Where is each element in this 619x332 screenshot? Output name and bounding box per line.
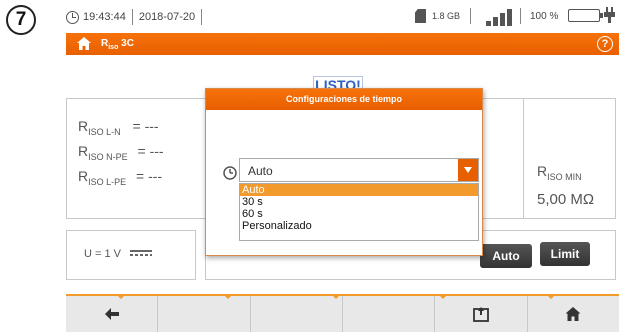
back-button[interactable] — [66, 296, 159, 332]
title-bar: Riso 3C ? — [66, 33, 619, 55]
time-select[interactable]: Auto — [239, 158, 479, 182]
sd-card-icon — [415, 9, 426, 23]
status-divider — [131, 9, 133, 25]
option-30s[interactable]: 30 s — [240, 196, 478, 208]
result-row-l-pe: RISO L-PE = --- — [78, 168, 163, 187]
auto-button[interactable]: Auto — [480, 244, 532, 268]
help-icon[interactable]: ? — [597, 36, 613, 52]
home-icon[interactable] — [77, 37, 91, 50]
time-select-value: Auto — [248, 164, 273, 178]
home-button[interactable] — [528, 296, 619, 332]
toolbar-slot-4[interactable] — [343, 296, 436, 332]
timer-icon — [223, 166, 237, 180]
option-custom[interactable]: Personalizado — [240, 220, 478, 232]
status-divider — [470, 8, 471, 24]
toolbar-slot-2[interactable] — [158, 296, 251, 332]
result-row-n-pe: RISO N-PE = --- — [78, 143, 164, 162]
time-settings-dialog: Configuraciones de tiempo Auto Auto 30 s… — [205, 88, 483, 256]
time-options-list: Auto 30 s 60 s Personalizado — [239, 183, 479, 241]
home-icon — [565, 307, 581, 321]
dc-symbol-icon — [130, 250, 152, 258]
status-battery-percent: 100 % — [530, 11, 559, 22]
option-auto[interactable]: Auto — [240, 184, 478, 196]
dialog-title: Configuraciones de tiempo — [206, 89, 482, 110]
voltage-label: U = 1 V — [84, 248, 121, 260]
option-60s[interactable]: 60 s — [240, 208, 478, 220]
clock-icon — [66, 10, 79, 24]
limit-button[interactable]: Limit — [540, 242, 590, 266]
save-icon — [473, 307, 489, 322]
toolbar-slot-3[interactable] — [251, 296, 343, 332]
status-divider — [520, 8, 521, 24]
save-button[interactable] — [435, 296, 528, 332]
power-plug-icon — [604, 7, 615, 23]
status-storage: 1.8 GB — [432, 11, 461, 21]
status-time: 19:43:44 — [83, 11, 126, 23]
rmin-label: RISO MIN — [537, 163, 582, 182]
chevron-down-icon[interactable] — [458, 159, 478, 181]
page-title: Riso 3C — [101, 38, 134, 51]
battery-icon — [568, 9, 603, 22]
status-date: 2018-07-20 — [138, 11, 196, 23]
signal-icon — [486, 6, 512, 26]
results-divider — [523, 98, 524, 219]
result-row-l-n: RISO L-N = --- — [78, 118, 159, 137]
rmin-value: 5,00 MΩ — [537, 191, 595, 208]
step-number-badge: 7 — [6, 5, 36, 35]
bottom-toolbar — [66, 294, 619, 332]
status-divider — [201, 9, 203, 25]
back-arrow-icon — [104, 308, 119, 320]
